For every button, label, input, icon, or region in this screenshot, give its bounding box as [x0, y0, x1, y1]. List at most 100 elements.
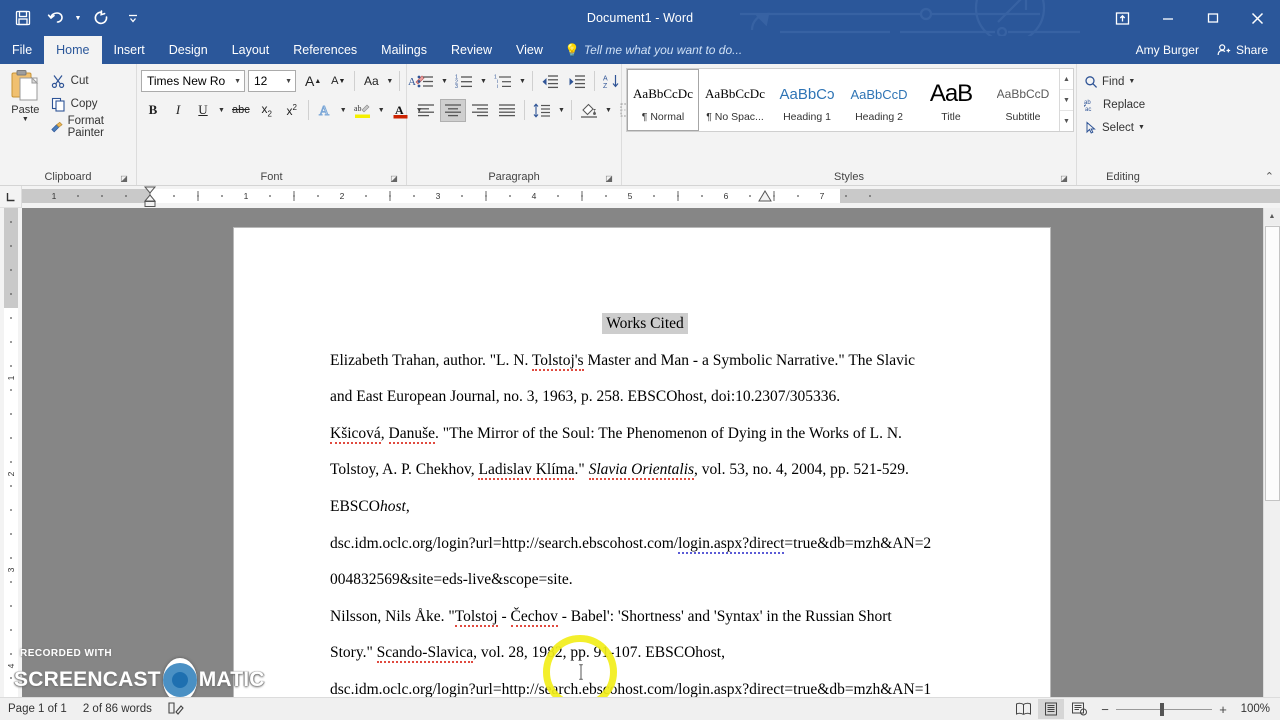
restore-icon[interactable]	[1190, 0, 1235, 36]
scroll-up-icon[interactable]: ▲	[1263, 208, 1280, 225]
style-normal[interactable]: AaBbCcDc ¶ Normal	[627, 69, 699, 131]
save-icon[interactable]	[8, 4, 38, 32]
vertical-ruler[interactable]: 1 2 3 4	[0, 208, 22, 720]
text-effects-button[interactable]: A	[313, 99, 337, 122]
style-no-spacing[interactable]: AaBbCcDc ¶ No Spac...	[699, 69, 771, 131]
change-case-button[interactable]: Aa	[359, 70, 383, 93]
font-name-chevron-down-icon[interactable]: ▼	[230, 78, 241, 85]
replace-button[interactable]: ab ac Replace	[1081, 94, 1148, 115]
italic-button[interactable]: I	[166, 99, 190, 122]
strikethrough-button[interactable]: abc	[228, 99, 254, 122]
text-effects-chevron-down-icon[interactable]: ▼	[338, 99, 349, 122]
read-mode-button[interactable]	[1010, 699, 1036, 719]
find-button[interactable]: Find ▼	[1081, 71, 1148, 92]
numbering-chevron-down-icon[interactable]: ▼	[478, 70, 489, 93]
align-left-button[interactable]	[413, 99, 439, 122]
indent-markers-icon[interactable]	[141, 186, 163, 208]
font-size-chevron-down-icon[interactable]: ▼	[281, 78, 292, 85]
bullets-button[interactable]	[413, 70, 438, 93]
citation-line-5[interactable]: EBSCOhost,	[330, 489, 960, 526]
zoom-thumb[interactable]	[1160, 702, 1164, 716]
tell-me-search[interactable]: 💡 Tell me what you want to do...	[555, 36, 752, 64]
zoom-in-button[interactable]: +	[1218, 702, 1228, 717]
redo-icon[interactable]	[86, 4, 116, 32]
tab-design[interactable]: Design	[157, 36, 220, 64]
style-subtitle[interactable]: AaBbCcD Subtitle	[987, 69, 1059, 131]
format-painter-button[interactable]: Format Painter	[47, 115, 132, 139]
text-highlight-color-button[interactable]: ab	[350, 99, 375, 122]
underline-chevron-down-icon[interactable]: ▼	[216, 99, 227, 122]
clipboard-dialog-launcher[interactable]: ◪	[119, 174, 129, 184]
styles-scroll-down-icon[interactable]: ▼	[1060, 90, 1073, 111]
styles-dialog-launcher[interactable]: ◪	[1059, 174, 1069, 184]
tab-file[interactable]: File	[0, 36, 44, 64]
justify-button[interactable]	[494, 99, 520, 122]
tab-home[interactable]: Home	[44, 36, 102, 64]
zoom-slider[interactable]: − +	[1094, 702, 1234, 717]
undo-icon[interactable]	[40, 4, 70, 32]
styles-more-icon[interactable]: ▼	[1060, 111, 1073, 131]
proofing-errors-icon[interactable]	[168, 701, 184, 718]
select-button[interactable]: Select ▼	[1081, 117, 1148, 138]
tab-view[interactable]: View	[504, 36, 555, 64]
underline-button[interactable]: U	[191, 99, 215, 122]
vertical-scrollbar[interactable]: ▲ ▼	[1263, 208, 1280, 720]
document-text-body[interactable]: Works Cited Elizabeth Trahan, author. "L…	[330, 306, 960, 720]
paste-dropdown-icon[interactable]: ▼	[22, 116, 29, 124]
tab-mailings[interactable]: Mailings	[369, 36, 439, 64]
paste-button[interactable]: Paste ▼	[4, 67, 47, 124]
close-icon[interactable]	[1235, 0, 1280, 36]
document-page[interactable]: Works Cited Elizabeth Trahan, author. "L…	[234, 228, 1050, 720]
font-size-combo[interactable]: 12 ▼	[248, 70, 296, 92]
font-dialog-launcher[interactable]: ◪	[389, 174, 399, 184]
page-indicator[interactable]: Page 1 of 1	[8, 703, 67, 715]
collapse-ribbon-icon[interactable]: ⌃	[1265, 170, 1274, 183]
style-heading-2[interactable]: AaBbCcD Heading 2	[843, 69, 915, 131]
ribbon-display-options-icon[interactable]	[1100, 0, 1145, 36]
line-spacing-button[interactable]	[529, 99, 555, 122]
align-center-button[interactable]	[440, 98, 466, 122]
grow-font-button[interactable]: A ▲	[301, 70, 325, 93]
bullets-chevron-down-icon[interactable]: ▼	[439, 70, 450, 93]
citation-line-4[interactable]: Tolstoy, A. P. Chekhov, Ladislav Klíma."…	[330, 452, 960, 489]
document-canvas[interactable]: Works Cited Elizabeth Trahan, author. "L…	[22, 208, 1280, 720]
superscript-button[interactable]: x2	[280, 99, 304, 122]
numbering-button[interactable]: 123	[451, 70, 477, 93]
citation-line-7[interactable]: 004832569&site=eds-live&scope=site.	[330, 562, 960, 599]
web-layout-button[interactable]	[1066, 699, 1092, 719]
increase-indent-button[interactable]	[564, 70, 590, 93]
document-heading[interactable]: Works Cited	[330, 306, 960, 343]
zoom-track[interactable]	[1116, 702, 1212, 716]
horizontal-ruler[interactable]: 1 1 2 3 4 5 6 7	[22, 186, 1280, 208]
styles-scroll-up-icon[interactable]: ▲	[1060, 69, 1073, 90]
customize-quick-access-icon[interactable]	[118, 4, 148, 32]
tab-references[interactable]: References	[281, 36, 369, 64]
citation-line-8[interactable]: Nilsson, Nils Åke. "Tolstoj - Čechov - B…	[330, 599, 960, 636]
cut-button[interactable]: Cut	[47, 71, 132, 91]
undo-dropdown-icon[interactable]: ▼	[72, 4, 84, 32]
share-button[interactable]: Share	[1208, 36, 1280, 64]
find-chevron-down-icon[interactable]: ▼	[1128, 78, 1135, 85]
shading-button[interactable]	[576, 99, 602, 122]
citation-line-9[interactable]: Story." Scando-Slavica, vol. 28, 1982, p…	[330, 635, 960, 672]
tab-review[interactable]: Review	[439, 36, 504, 64]
tab-stop-selector-button[interactable]	[0, 186, 22, 208]
zoom-out-button[interactable]: −	[1100, 702, 1110, 717]
highlight-chevron-down-icon[interactable]: ▼	[376, 99, 387, 122]
shrink-font-button[interactable]: A ▼	[326, 70, 350, 93]
copy-button[interactable]: Copy	[47, 94, 132, 114]
right-indent-marker-icon[interactable]	[757, 190, 773, 204]
subscript-button[interactable]: x2	[255, 99, 279, 122]
decrease-indent-button[interactable]	[537, 70, 563, 93]
change-case-chevron-down-icon[interactable]: ▼	[384, 70, 395, 93]
citation-line-6[interactable]: dsc.idm.oclc.org/login?url=http://search…	[330, 526, 960, 563]
zoom-level[interactable]: 100%	[1236, 703, 1270, 715]
tab-insert[interactable]: Insert	[102, 36, 157, 64]
citation-line-1[interactable]: Elizabeth Trahan, author. "L. N. Tolstoj…	[330, 343, 960, 380]
multilevel-list-chevron-down-icon[interactable]: ▼	[517, 70, 528, 93]
shading-chevron-down-icon[interactable]: ▼	[603, 99, 614, 122]
minimize-icon[interactable]	[1145, 0, 1190, 36]
print-layout-button[interactable]	[1038, 699, 1064, 719]
citation-line-3[interactable]: Kšicová, Danuše. "The Mirror of the Soul…	[330, 416, 960, 453]
word-count[interactable]: 2 of 86 words	[83, 703, 152, 715]
